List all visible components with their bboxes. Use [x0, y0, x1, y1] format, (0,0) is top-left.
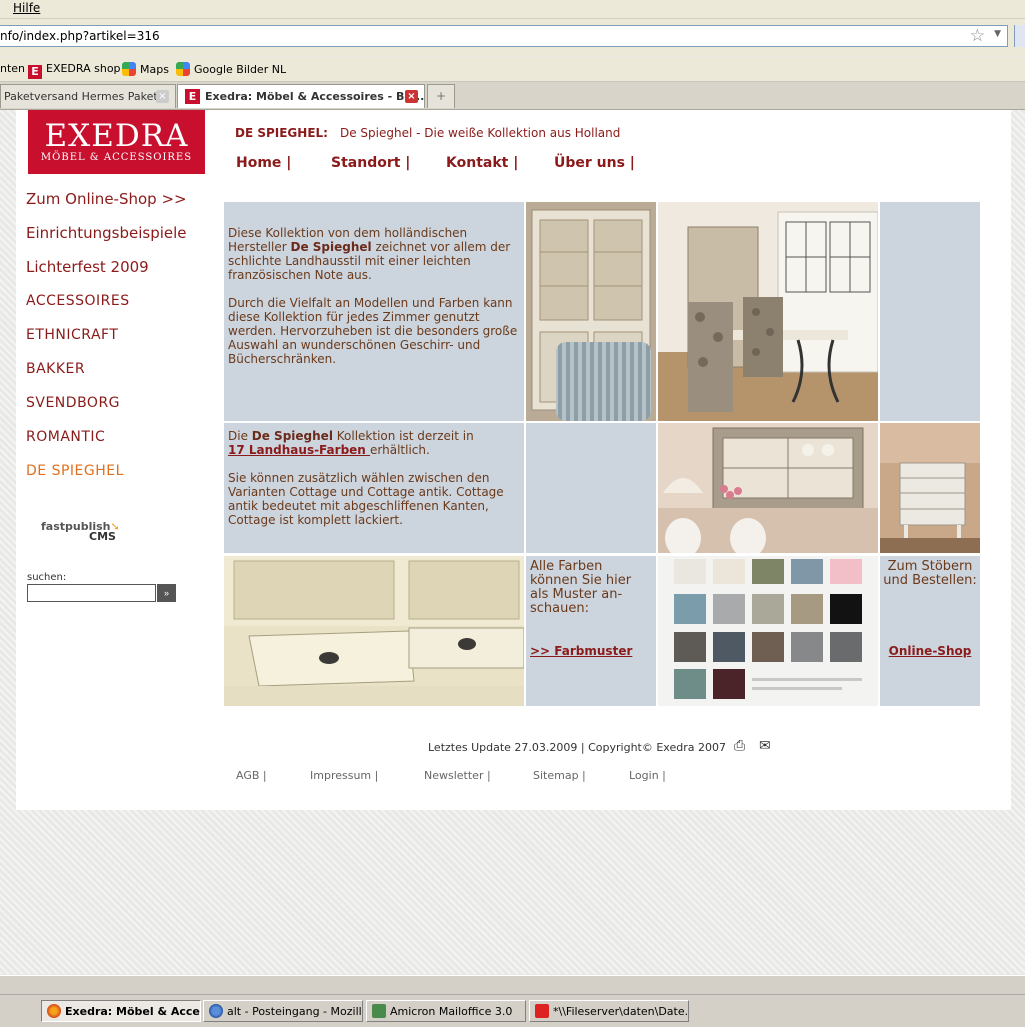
page-viewport: EXEDRA MÖBEL & ACCESSOIRES DE SPIEGHEL: D…: [0, 110, 1025, 974]
menu-hilfe[interactable]: Hilfe: [13, 1, 40, 15]
bookmark-google-bilder[interactable]: Google Bilder NL: [176, 62, 286, 76]
search-label: suchen:: [27, 572, 67, 583]
variants-paragraph: Sie können zusätzlich wählen zwischen de…: [228, 471, 504, 527]
intro-text-cell: Diese Kollektion von dem holländischen H…: [224, 202, 524, 421]
headline-label: DE SPIEGHEL:: [235, 126, 328, 140]
bookmark-exedra-shop[interactable]: E EXEDRA shop: [28, 62, 121, 79]
footer-link-sitemap[interactable]: Sitemap |: [533, 769, 586, 782]
cabinet-armchair-photo: [526, 202, 656, 421]
close-icon[interactable]: ×: [156, 90, 169, 103]
shop-text: Zum Stöbern und Bestellen:: [883, 559, 977, 588]
dresser-image: [880, 423, 980, 553]
sidenav-svendborg[interactable]: SVENDBORG: [26, 395, 120, 411]
sidenav-de-spieghel[interactable]: DE SPIEGHEL: [26, 463, 124, 479]
bookmarks-toolbar: nten E EXEDRA shop Maps Google Bilder NL: [0, 57, 1025, 82]
footer-link-impressum[interactable]: Impressum |: [310, 769, 378, 782]
exedra-favicon-icon: E: [185, 89, 200, 104]
color-swatches-photo: [658, 556, 878, 706]
sidenav-ethnicraft[interactable]: ETHNICRAFT: [26, 327, 118, 343]
task-thunderbird[interactable]: alt - Posteingang - Mozill...: [203, 1000, 363, 1022]
colors-paragraph: Die De Spieghel Kollektion ist derzeit i…: [228, 429, 474, 457]
headline-text: De Spieghel - Die weiße Kollektion aus H…: [339, 126, 621, 140]
cabinet-armchair-image: [526, 202, 656, 421]
close-icon[interactable]: ×: [405, 90, 418, 103]
tab-paketversand[interactable]: Paketversand Hermes Paket... ×: [0, 84, 176, 108]
intro-paragraph: Diese Kollektion von dem holländischen H…: [228, 226, 511, 282]
variety-paragraph: Durch die Vielfalt an Modellen und Farbe…: [228, 296, 518, 366]
editor-icon: [535, 1004, 549, 1018]
bookmark-maps[interactable]: Maps: [122, 62, 169, 76]
sidenav-romantic[interactable]: ROMANTIC: [26, 429, 105, 445]
google-favicon-icon: [122, 62, 136, 76]
vitrine-image: [658, 423, 878, 553]
fastpublish-cms-logo[interactable]: fastpublish➘ CMS: [41, 520, 120, 543]
empty-cell: [880, 202, 980, 421]
nav-home[interactable]: Home |: [236, 155, 291, 171]
address-bar[interactable]: nfo/index.php?artikel=316 ☆ ▼: [0, 25, 1008, 47]
task-fileserver[interactable]: *\\Fileserver\daten\Date...: [529, 1000, 689, 1022]
bookmark-star-icon[interactable]: ☆: [970, 26, 985, 46]
shop-cell: Zum Stöbern und Bestellen: Online-Shop: [880, 556, 980, 706]
online-shop-link[interactable]: Online-Shop: [889, 644, 972, 658]
exedra-logo[interactable]: EXEDRA MÖBEL & ACCESSOIRES: [28, 110, 205, 174]
drawer-detail-image: [224, 556, 524, 706]
address-dropdown-icon[interactable]: ▼: [994, 29, 1001, 39]
exedra-favicon-icon: E: [28, 65, 42, 79]
task-exedra[interactable]: Exedra: Möbel & Acce...: [41, 1000, 201, 1022]
page-headline: DE SPIEGHEL: De Spieghel - Die weiße Koll…: [235, 126, 620, 140]
nav-ueber-uns[interactable]: Über uns |: [554, 155, 635, 171]
task-mailoffice[interactable]: Amicron Mailoffice 3.0: [366, 1000, 526, 1022]
bookmark-item[interactable]: nten: [0, 62, 25, 75]
menu-bar: Hilfe: [0, 0, 1025, 19]
sidenav-accessoires[interactable]: ACCESSOIRES: [26, 293, 130, 309]
dining-room-photo: [658, 202, 878, 421]
google-favicon-icon: [176, 62, 190, 76]
go-button[interactable]: [1014, 25, 1025, 47]
print-icon[interactable]: ⎙: [734, 738, 745, 754]
sidenav-einrichtungsbeispiele[interactable]: Einrichtungsbeispiele: [26, 224, 187, 242]
sidenav-lichterfest[interactable]: Lichterfest 2009: [26, 258, 149, 276]
footer-link-agb[interactable]: AGB |: [236, 769, 267, 782]
mail-icon[interactable]: ✉: [759, 738, 771, 754]
dresser-photo: [880, 423, 980, 553]
new-tab-button[interactable]: +: [427, 84, 455, 108]
color-swatches-image: [658, 556, 878, 706]
search-button[interactable]: »: [157, 584, 176, 602]
empty-cell: [526, 423, 656, 553]
address-toolbar: nfo/index.php?artikel=316 ☆ ▼: [0, 19, 1025, 56]
search-input[interactable]: [27, 584, 156, 602]
landhaus-farben-link[interactable]: 17 Landhaus-Farben: [228, 443, 370, 457]
footer-link-login[interactable]: Login |: [629, 769, 666, 782]
drawer-detail-photo: [224, 556, 524, 706]
farben-text: Alle Farben können Sie hier als Muster a…: [530, 559, 632, 616]
farbmuster-link[interactable]: >> Farbmuster: [530, 644, 632, 658]
sidenav-bakker[interactable]: BAKKER: [26, 361, 85, 377]
update-copyright-text: Letztes Update 27.03.2009 | Copyright© E…: [428, 741, 726, 754]
thunderbird-icon: [209, 1004, 223, 1018]
page-container: EXEDRA MÖBEL & ACCESSOIRES DE SPIEGHEL: D…: [16, 110, 1011, 810]
firefox-icon: [47, 1004, 61, 1018]
vitrine-photo: [658, 423, 878, 553]
colors-text-cell: Die De Spieghel Kollektion ist derzeit i…: [224, 423, 524, 553]
nav-kontakt[interactable]: Kontakt |: [446, 155, 518, 171]
taskbar-strip: Exedra: Möbel & Acce... alt - Posteingan…: [0, 994, 1025, 1027]
footer-link-newsletter[interactable]: Newsletter |: [424, 769, 491, 782]
address-url[interactable]: nfo/index.php?artikel=316: [0, 29, 160, 43]
dining-room-image: [658, 202, 878, 421]
mailoffice-icon: [372, 1004, 386, 1018]
tab-strip: Paketversand Hermes Paket... × E Exedra:…: [0, 82, 1025, 110]
nav-standort[interactable]: Standort |: [331, 155, 410, 171]
taskbar: Exedra: Möbel & Acce... alt - Posteingan…: [0, 975, 1025, 1027]
farbmuster-cell: Alle Farben können Sie hier als Muster a…: [526, 556, 656, 706]
tab-exedra[interactable]: E Exedra: Möbel & Accessoires - Be... ×: [177, 84, 425, 108]
sidenav-online-shop[interactable]: Zum Online-Shop >>: [26, 190, 187, 208]
